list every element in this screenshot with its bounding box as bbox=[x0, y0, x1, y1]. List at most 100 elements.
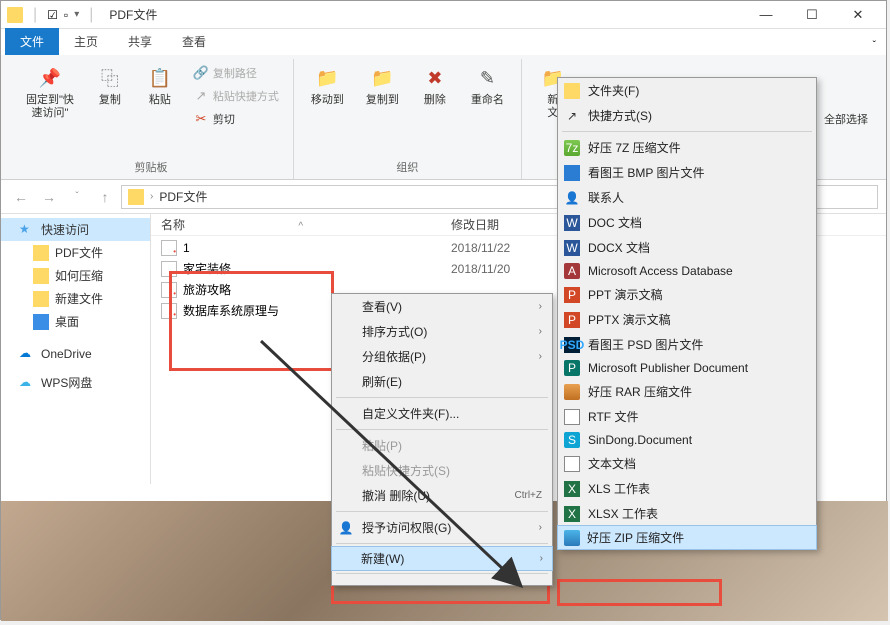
7z-icon: 7z bbox=[564, 140, 580, 156]
delete-icon: ✖ bbox=[421, 64, 449, 92]
menu-refresh[interactable]: 刷新(E) bbox=[332, 369, 552, 394]
zip-icon bbox=[564, 530, 580, 546]
menu-view[interactable]: 查看(V)› bbox=[332, 294, 552, 319]
menu-new-folder[interactable]: 文件夹(F) bbox=[558, 78, 816, 103]
qat-item[interactable]: ☑ bbox=[47, 8, 58, 22]
close-button[interactable]: ✕ bbox=[836, 3, 880, 27]
menu-paste-shortcut[interactable]: 粘贴快捷方式(S) bbox=[332, 458, 552, 483]
nav-pdf-folder[interactable]: PDF文件 bbox=[1, 241, 150, 264]
menu-new-psd[interactable]: PSD看图王 PSD 图片文件 bbox=[558, 332, 816, 357]
doc-icon: W bbox=[564, 215, 580, 231]
menu-new-doc[interactable]: WDOC 文档 bbox=[558, 210, 816, 235]
menu-new-zip[interactable]: 好压 ZIP 压缩文件 bbox=[557, 525, 817, 550]
nav-wps[interactable]: ☁WPS网盘 bbox=[1, 371, 150, 394]
back-button[interactable]: ← bbox=[9, 185, 33, 209]
sindong-icon: S bbox=[564, 432, 580, 448]
pdf-icon bbox=[161, 261, 177, 277]
user-icon: 👤 bbox=[338, 520, 354, 536]
menu-new-ppt[interactable]: PPPT 演示文稿 bbox=[558, 282, 816, 307]
menu-new-shortcut[interactable]: ↗快捷方式(S) bbox=[558, 103, 816, 128]
menu-new-accdb[interactable]: AMicrosoft Access Database bbox=[558, 260, 816, 282]
menu-new-pptx[interactable]: PPPTX 演示文稿 bbox=[558, 307, 816, 332]
delete-button[interactable]: ✖ 删除 bbox=[414, 59, 456, 112]
paste-icon: 📋 bbox=[146, 64, 174, 92]
menu-paste[interactable]: 粘贴(P) bbox=[332, 433, 552, 458]
nav-quick-access[interactable]: ★快速访问 bbox=[1, 218, 150, 241]
ribbon-tabs: 文件 主页 共享 查看 ˇ bbox=[1, 29, 886, 55]
tab-home[interactable]: 主页 bbox=[59, 28, 113, 55]
path-icon: 🔗 bbox=[193, 65, 209, 81]
menu-new-pub[interactable]: PMicrosoft Publisher Document bbox=[558, 357, 816, 379]
column-header-name[interactable]: 名称 ^ bbox=[161, 216, 451, 233]
xls-icon: X bbox=[564, 481, 580, 497]
desktop-icon bbox=[33, 314, 49, 330]
cut-button[interactable]: ✂剪切 bbox=[189, 109, 283, 129]
docx-icon: W bbox=[564, 240, 580, 256]
group-organize-label: 组织 bbox=[396, 157, 418, 179]
app-icon bbox=[7, 7, 23, 23]
qat-separator: | bbox=[33, 6, 37, 24]
copyto-button[interactable]: 📁 复制到 bbox=[359, 59, 406, 112]
qat-item[interactable]: ▫ bbox=[64, 8, 68, 22]
menu-permission[interactable]: 👤授予访问权限(G)› bbox=[332, 515, 552, 540]
nav-pane: ★快速访问 PDF文件 如何压缩 新建文件 桌面 ☁OneDrive ☁WPS网… bbox=[1, 214, 151, 484]
menu-new-rtf[interactable]: RTF 文件 bbox=[558, 404, 816, 429]
recent-dropdown[interactable]: ˇ bbox=[65, 185, 89, 209]
menu-new[interactable]: 新建(W)› bbox=[331, 546, 553, 571]
tab-share[interactable]: 共享 bbox=[113, 28, 167, 55]
nav-onedrive[interactable]: ☁OneDrive bbox=[1, 343, 150, 365]
paste-shortcut-button[interactable]: ↗粘贴快捷方式 bbox=[189, 86, 283, 106]
xlsx-icon: X bbox=[564, 506, 580, 522]
rtf-icon bbox=[564, 409, 580, 425]
tab-file[interactable]: 文件 bbox=[5, 28, 59, 55]
pin-quickaccess-button[interactable]: 📌 固定到"快 速访问" bbox=[19, 59, 81, 125]
menu-new-xlsx[interactable]: XXLSX 工作表 bbox=[558, 501, 816, 526]
cloud-icon: ☁ bbox=[19, 375, 35, 391]
copy-path-button[interactable]: 🔗复制路径 bbox=[189, 63, 283, 83]
menu-sort[interactable]: 排序方式(O)› bbox=[332, 319, 552, 344]
forward-button[interactable]: → bbox=[37, 185, 61, 209]
menu-new-bmp[interactable]: 看图王 BMP 图片文件 bbox=[558, 160, 816, 185]
menu-new-sindong[interactable]: SSinDong.Document bbox=[558, 429, 816, 451]
psd-icon: PSD bbox=[564, 337, 580, 353]
pptx-icon: P bbox=[564, 312, 580, 328]
menu-undo[interactable]: 撤消 删除(U)Ctrl+Z bbox=[332, 483, 552, 508]
qat-dropdown[interactable]: ▾ bbox=[74, 9, 79, 20]
copy-button[interactable]: ⿻ 复制 bbox=[89, 59, 131, 112]
menu-new-xls[interactable]: XXLS 工作表 bbox=[558, 476, 816, 501]
up-button[interactable]: ↑ bbox=[93, 185, 117, 209]
maximize-button[interactable]: ☐ bbox=[790, 3, 834, 27]
ribbon-collapse-icon[interactable]: ˇ bbox=[863, 36, 886, 55]
nav-howcompress-folder[interactable]: 如何压缩 bbox=[1, 264, 150, 287]
window-title: PDF文件 bbox=[109, 6, 157, 23]
context-menu-new: 文件夹(F)↗快捷方式(S) 7z好压 7Z 压缩文件看图王 BMP 图片文件👤联… bbox=[557, 77, 817, 550]
menu-customize[interactable]: 自定义文件夹(F)... bbox=[332, 401, 552, 426]
folder-icon bbox=[33, 291, 49, 307]
explorer-window: | ☑ ▫ ▾ | PDF文件 ― ☐ ✕ 文件 主页 共享 查看 ˇ 📌 固定… bbox=[0, 0, 887, 620]
minimize-button[interactable]: ― bbox=[744, 3, 788, 27]
cut-icon: ✂ bbox=[193, 111, 209, 127]
chevron-right-icon: › bbox=[150, 191, 153, 202]
menu-new-docx[interactable]: WDOCX 文档 bbox=[558, 235, 816, 260]
rename-button[interactable]: ✎ 重命名 bbox=[464, 59, 511, 112]
menu-new-rar[interactable]: 好压 RAR 压缩文件 bbox=[558, 379, 816, 404]
cloud-icon: ☁ bbox=[19, 346, 35, 362]
folder-icon bbox=[33, 245, 49, 261]
menu-new-contact[interactable]: 👤联系人 bbox=[558, 185, 816, 210]
paste-button[interactable]: 📋 粘贴 bbox=[139, 59, 181, 112]
moveto-icon: 📁 bbox=[313, 64, 341, 92]
rar-icon bbox=[564, 384, 580, 400]
nav-desktop[interactable]: 桌面 bbox=[1, 310, 150, 333]
txt-icon bbox=[564, 456, 580, 472]
nav-newfolder[interactable]: 新建文件 bbox=[1, 287, 150, 310]
menu-new-7z[interactable]: 7z好压 7Z 压缩文件 bbox=[558, 135, 816, 160]
star-icon: ★ bbox=[19, 222, 35, 238]
tab-view[interactable]: 查看 bbox=[167, 28, 221, 55]
breadcrumb-folder[interactable]: PDF文件 bbox=[159, 188, 207, 205]
titlebar: | ☑ ▫ ▾ | PDF文件 ― ☐ ✕ bbox=[1, 1, 886, 29]
moveto-button[interactable]: 📁 移动到 bbox=[304, 59, 351, 112]
menu-group[interactable]: 分组依据(P)› bbox=[332, 344, 552, 369]
shortcut-icon: ↗ bbox=[193, 88, 209, 104]
pdf-icon bbox=[161, 282, 177, 298]
menu-new-txt[interactable]: 文本文档 bbox=[558, 451, 816, 476]
